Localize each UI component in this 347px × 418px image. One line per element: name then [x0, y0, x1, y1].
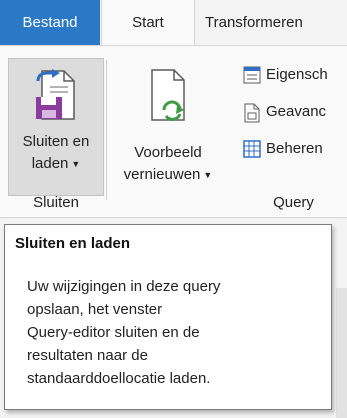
tooltip-line: Query-editor sluiten en de — [27, 324, 200, 341]
tooltip: Sluiten en laden Uw wijzigingen in deze … — [4, 224, 332, 410]
tab-transform[interactable]: Transformeren — [205, 0, 303, 45]
properties-label: Eigensch — [266, 66, 328, 83]
group-label-close: Sluiten — [33, 194, 79, 211]
tooltip-line: resultaten naar de — [27, 347, 148, 364]
properties-icon — [243, 66, 261, 93]
refresh-document-icon — [146, 68, 190, 130]
close-and-load-label-1: Sluiten en — [22, 133, 90, 150]
group-label-query: Query — [273, 194, 314, 211]
advanced-editor-icon — [243, 103, 261, 132]
tooltip-line: Uw wijzigingen in deze query — [27, 278, 221, 295]
refresh-preview-button[interactable]: Voorbeeld vernieuwen ▼ — [104, 58, 232, 196]
tab-start[interactable]: Start — [101, 0, 195, 45]
table-grid-icon — [243, 140, 261, 167]
advanced-editor-label: Geavanc — [266, 103, 327, 120]
refresh-preview-label-2: vernieuwen ▼ — [123, 166, 213, 183]
background-pane-edge — [336, 288, 347, 418]
group-divider — [106, 60, 107, 200]
ribbon-tab-bar: Bestand Start Transformeren — [0, 0, 347, 45]
manage-label: Beheren — [266, 140, 323, 157]
dropdown-caret-icon: ▼ — [71, 158, 81, 169]
close-and-load-button[interactable]: Sluiten en laden ▼ — [8, 58, 104, 196]
tooltip-line: standaarddoellocatie laden. — [27, 370, 211, 387]
tooltip-description: Uw wijzigingen in deze query opslaan, he… — [27, 275, 327, 390]
refresh-preview-label-1: Voorbeeld — [134, 144, 202, 161]
tooltip-line: opslaan, het venster — [27, 301, 163, 318]
ribbon-panel: Sluiten en laden ▼ Voorbeeld vernieuwen ▼ — [0, 45, 347, 218]
save-close-icon — [34, 69, 78, 127]
tab-file[interactable]: Bestand — [0, 0, 100, 45]
tooltip-title: Sluiten en laden — [15, 235, 131, 252]
dropdown-caret-icon: ▼ — [203, 169, 213, 180]
close-and-load-label-2: laden ▼ — [31, 155, 81, 172]
